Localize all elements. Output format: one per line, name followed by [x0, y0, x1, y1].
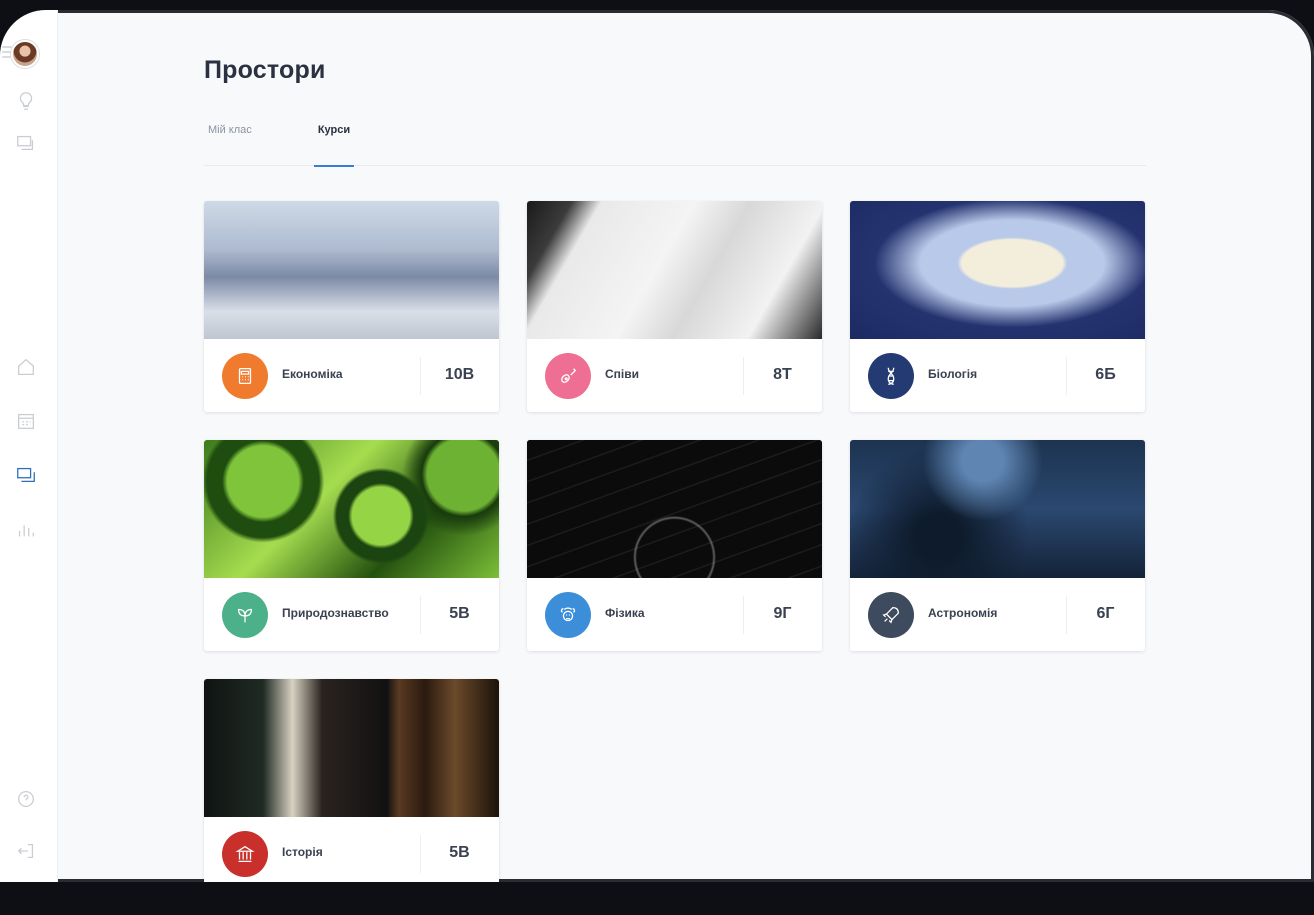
page-title: Простори	[204, 56, 326, 84]
monitor-icon[interactable]	[15, 132, 37, 154]
main-content: Простори Мій клас Курси Економіка 10В Сп…	[58, 10, 1314, 882]
course-image	[850, 440, 1145, 578]
app-screen: Простори Мій клас Курси Економіка 10В Сп…	[0, 10, 1314, 882]
logout-icon[interactable]	[15, 840, 37, 862]
course-card-singing[interactable]: Співи 8Т	[527, 201, 822, 412]
home-icon[interactable]	[15, 356, 37, 378]
course-image	[204, 201, 499, 339]
rocket-icon	[868, 592, 914, 638]
course-class-code: 5В	[449, 605, 470, 622]
dna-icon	[868, 353, 914, 399]
course-image	[204, 440, 499, 578]
leaf-icon	[222, 592, 268, 638]
course-class-code: 10В	[444, 366, 475, 383]
stats-icon[interactable]	[15, 518, 37, 540]
course-class-code: 8Т	[773, 366, 792, 383]
course-class-code: 9Г	[773, 605, 792, 622]
course-name: Біологія	[928, 367, 978, 381]
course-image	[850, 201, 1145, 339]
course-card-astronomy[interactable]: Астрономія 6Г	[850, 440, 1145, 651]
course-name: Природознавство	[282, 606, 389, 620]
course-card-natural-science[interactable]: Природознавство 5В	[204, 440, 499, 651]
course-image	[527, 440, 822, 578]
course-class-code: 6Б	[1095, 366, 1116, 383]
sidebar	[0, 10, 58, 882]
lightbulb-icon[interactable]	[15, 90, 37, 112]
calculator-icon	[222, 353, 268, 399]
device-frame: Простори Мій клас Курси Економіка 10В Сп…	[0, 0, 1314, 915]
course-name: Астрономія	[928, 606, 998, 620]
course-name: Економіка	[282, 367, 343, 381]
course-card-physics[interactable]: Фізика 9Г	[527, 440, 822, 651]
course-image	[527, 201, 822, 339]
course-name: Історія	[282, 845, 323, 859]
tab-bar: Мій клас Курси	[204, 124, 1146, 167]
course-name: Співи	[605, 367, 640, 381]
avatar[interactable]	[11, 40, 39, 68]
course-card-history[interactable]: Історія 5В	[204, 679, 499, 882]
tab-my-class[interactable]: Мій клас	[208, 124, 252, 166]
course-class-code: 5В	[449, 844, 470, 861]
museum-icon	[222, 831, 268, 877]
course-card-biology[interactable]: Біологія 6Б	[850, 201, 1145, 412]
guitar-icon	[545, 353, 591, 399]
course-card-economics[interactable]: Економіка 10В	[204, 201, 499, 412]
course-class-code: 6Г	[1096, 605, 1115, 622]
device-bottom-bezel	[0, 882, 1314, 915]
course-image	[204, 679, 499, 817]
course-name: Фізика	[605, 606, 645, 620]
einstein-icon	[545, 592, 591, 638]
calendar-icon[interactable]	[15, 410, 37, 432]
help-icon[interactable]	[15, 788, 37, 810]
tab-courses[interactable]: Курси	[314, 124, 354, 167]
spaces-icon[interactable]	[15, 464, 37, 486]
